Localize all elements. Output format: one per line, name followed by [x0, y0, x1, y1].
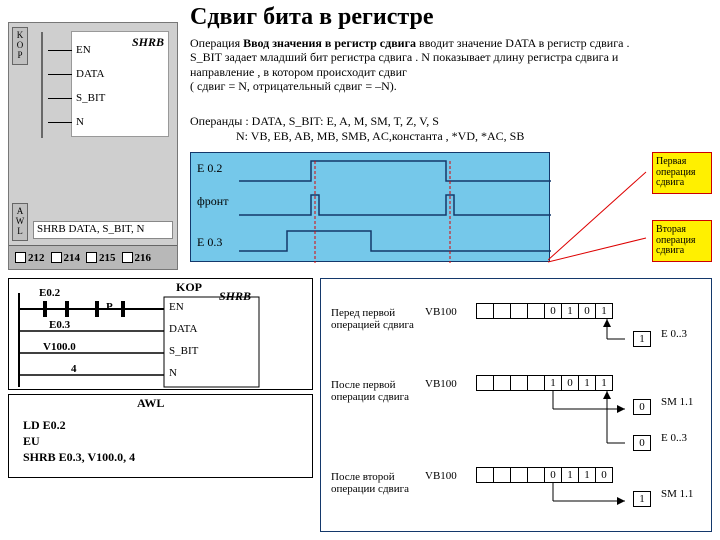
tab-kop[interactable]: K O P [12, 27, 28, 65]
page-216[interactable]: 216 [122, 252, 152, 264]
pin-data: DATA [76, 68, 104, 80]
tab-awl[interactable]: A W L [12, 203, 28, 241]
page-215[interactable]: 215 [86, 252, 116, 264]
operands: Операнды : DATA, S_BIT: E, A, M, SM, T, … [190, 114, 650, 144]
awl-block: AWL LD E0.2 EU SHRB E0.3, V100.0, 4 [8, 394, 313, 478]
shrb-block: SHRB EN DATA S_BIT N [71, 31, 169, 137]
page-title: Сдвиг бита в регистре [190, 4, 434, 31]
callout-second: Вторая операция сдвига [652, 220, 712, 262]
register-diagram: Перед первой операцией сдвига VB100 0101… [320, 278, 712, 532]
description: Операция Ввод значения в регистр сдвига … [190, 36, 650, 94]
callout-first: Первая операция сдвига [652, 152, 712, 194]
awl-line: SHRB DATA, S_BIT, N [33, 221, 173, 239]
kop-diagram: KOP E0.2 P EN SHRB E0.3 DATA V100.0 S_BI… [8, 278, 313, 390]
pin-n: N [76, 116, 84, 128]
pin-en: EN [76, 44, 91, 56]
pin-sbit: S_BIT [76, 92, 105, 104]
timing-diagram: E 0.2 фронт E 0.3 [190, 152, 550, 262]
block-name: SHRB [132, 35, 164, 50]
page-214[interactable]: 214 [51, 252, 81, 264]
ide-panel: K O P A W L SHRB EN DATA S_BIT N SHRB DA… [8, 22, 178, 270]
page-tabs: 212 214 215 216 [9, 245, 177, 269]
page-212[interactable]: 212 [15, 252, 45, 264]
